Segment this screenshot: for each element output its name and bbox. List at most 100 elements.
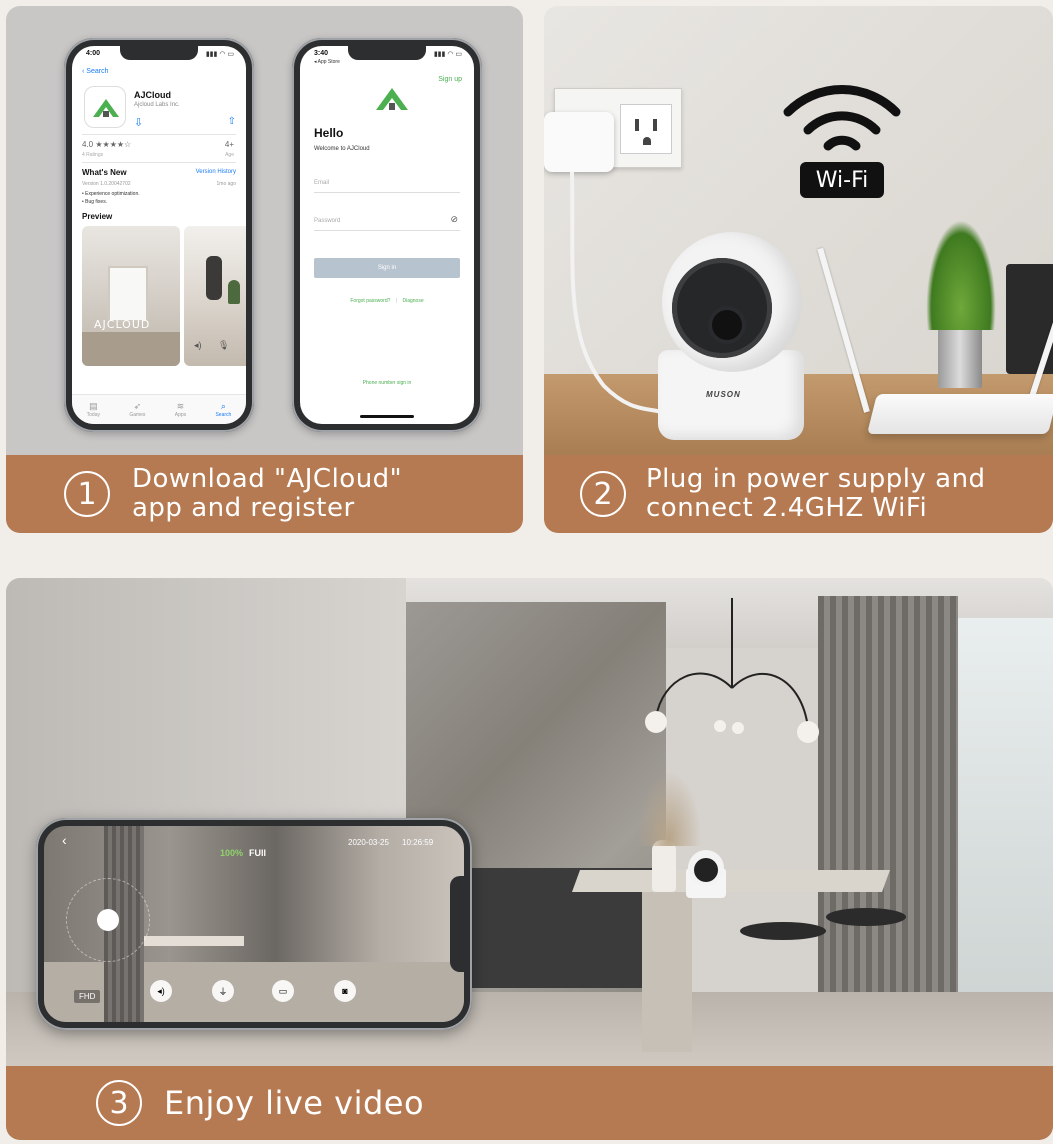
preview-heading: Preview	[82, 212, 113, 221]
tab-search[interactable]: ⌕ Search	[215, 401, 231, 418]
person-figure	[206, 256, 222, 300]
camera-head	[688, 850, 724, 886]
layers-icon: ≋	[176, 401, 185, 411]
phone-app-store: 4:00 ▮▮▮ ◠ ▭ ‹ Search AJCloud Ajcloud La…	[64, 38, 254, 432]
forgot-password-link[interactable]: Forgot password?	[350, 298, 390, 304]
camera-lens	[694, 858, 718, 882]
step-1-caption-band: 1 Download "AJCloud" app and register	[6, 455, 523, 533]
pendant-lamp	[645, 598, 819, 743]
ptz-joystick[interactable]	[66, 878, 150, 962]
password-field[interactable]: Password	[314, 218, 340, 224]
download-cloud-icon[interactable]: ⇩	[134, 116, 143, 129]
share-icon[interactable]: ⇧	[228, 116, 236, 127]
app-store-screen: 4:00 ▮▮▮ ◠ ▭ ‹ Search AJCloud Ajcloud La…	[72, 46, 246, 424]
ajcloud-watermark: AJCLOUD	[94, 318, 151, 331]
camera-brand: MUSON	[706, 390, 741, 399]
quality-value: FUll	[249, 848, 267, 858]
preview-screenshot[interactable]: ◂) 🎙	[184, 226, 246, 366]
plant-pot	[938, 328, 982, 388]
bar-stool	[826, 908, 906, 926]
status-time: 3:40	[314, 50, 329, 57]
step-number-3: 3	[96, 1080, 142, 1126]
secondary-links: Forgot password? | Diagnose	[300, 298, 474, 304]
joystick-knob[interactable]	[97, 909, 119, 931]
video-camera-icon: ▭	[278, 985, 288, 996]
ajcloud-app-icon	[84, 86, 126, 128]
kitchen-island-top	[571, 870, 891, 892]
wifi-router	[867, 394, 1053, 434]
security-camera: MUSON	[658, 232, 804, 442]
fhd-button[interactable]: FHD	[74, 990, 101, 1003]
signal-icons: ▮▮▮ ◠ ▭	[433, 51, 462, 58]
camera-lens	[672, 258, 772, 358]
email-underline	[314, 192, 460, 193]
step-3-panel: ‹ 2020-03-25 10:26:59 100% FUll FHD ◂) ⏚…	[6, 578, 1053, 1140]
version-history-link[interactable]: Version History	[196, 169, 236, 175]
room-floor	[82, 332, 180, 366]
caption-line: Download "AJCloud"	[132, 464, 403, 494]
step-3-caption-band: 3 Enjoy live video	[6, 1066, 1053, 1140]
sign-in-button[interactable]: Sign in	[314, 258, 460, 278]
wifi-icon	[783, 85, 901, 151]
tab-today[interactable]: ▤ Today	[87, 401, 100, 418]
phone-sign-in-link[interactable]: Phone number sign in	[300, 380, 474, 386]
phone-notch	[120, 46, 198, 60]
room-plant	[228, 280, 240, 304]
tab-games[interactable]: ➶ Games	[129, 401, 145, 418]
whats-new-heading: What's New	[82, 168, 127, 177]
wifi-label: Wi-Fi	[800, 162, 884, 198]
rocket-icon: ➶	[133, 401, 142, 411]
caption-line: Plug in power supply and	[646, 464, 986, 494]
camera-eye	[712, 310, 742, 340]
live-video-screen: ‹ 2020-03-25 10:26:59 100% FUll FHD ◂) ⏚…	[44, 826, 464, 1022]
step-number-2: 2	[580, 471, 626, 517]
step-3-caption: Enjoy live video	[164, 1083, 425, 1122]
email-field[interactable]: Email	[314, 180, 329, 186]
app-name: AJCloud	[134, 90, 171, 100]
caption-line: app and register	[132, 493, 355, 523]
bar-stool	[740, 922, 826, 940]
tab-bar: ▤ Today ➶ Games ≋ Apps ⌕ Search	[72, 394, 246, 424]
updated-ago: 1mo ago	[216, 181, 236, 187]
app-store-back-link[interactable]: ◂ App Store	[314, 59, 340, 65]
step-1-panel: 4:00 ▮▮▮ ◠ ▭ ‹ Search AJCloud Ajcloud La…	[6, 6, 523, 533]
kitchen-island-base	[642, 892, 692, 1052]
phone-notch-side	[450, 876, 464, 972]
video-date: 2020-03-25	[348, 838, 389, 847]
status-time: 4:00	[86, 50, 101, 57]
release-note: • Experience optimization.	[82, 191, 140, 197]
speaker-button[interactable]: ◂)	[150, 980, 172, 1002]
rating-value: 4.0 ★★★★☆	[82, 140, 132, 149]
age-rating: 4+	[224, 140, 234, 149]
app-developer: Ajcloud Labs Inc.	[134, 102, 180, 108]
mic-button[interactable]: ⏚	[212, 980, 234, 1002]
version-text: Version 1.0.20042702	[82, 181, 131, 187]
home-indicator	[360, 415, 414, 418]
plant-leaves	[926, 220, 996, 330]
divider	[82, 162, 236, 163]
release-note: • Bug fixes.	[82, 199, 108, 205]
mic-icon: ⏚	[218, 986, 228, 997]
back-arrow-icon[interactable]: ‹	[62, 832, 67, 848]
link-divider: |	[395, 298, 398, 304]
room-window	[108, 266, 148, 322]
snapshot-button[interactable]: ◙	[334, 980, 356, 1002]
record-button[interactable]: ▭	[272, 980, 294, 1002]
video-time: 10:26:59	[402, 838, 434, 847]
camera-icon: ◙	[342, 986, 348, 996]
zoom-indicator: 100% FUll	[220, 848, 266, 858]
tab-apps[interactable]: ≋ Apps	[175, 401, 186, 418]
zoom-value: 100%	[220, 848, 244, 858]
welcome-text: Welcome to AJCloud	[314, 146, 370, 152]
preview-screenshot[interactable]: AJCLOUD	[82, 226, 180, 366]
hello-heading: Hello	[314, 126, 344, 140]
speaker-icon: ◂)	[157, 985, 165, 996]
camera-head	[662, 232, 802, 372]
video-table	[134, 936, 244, 946]
eye-hidden-icon[interactable]: ⊘	[450, 214, 458, 225]
sign-up-link[interactable]: Sign up	[438, 76, 462, 83]
diagnose-link[interactable]: Diagnose	[402, 298, 423, 304]
back-search-link[interactable]: ‹ Search	[82, 68, 108, 75]
speaker-icon: ◂)	[194, 340, 202, 350]
sign-in-label: Sign in	[377, 265, 397, 271]
